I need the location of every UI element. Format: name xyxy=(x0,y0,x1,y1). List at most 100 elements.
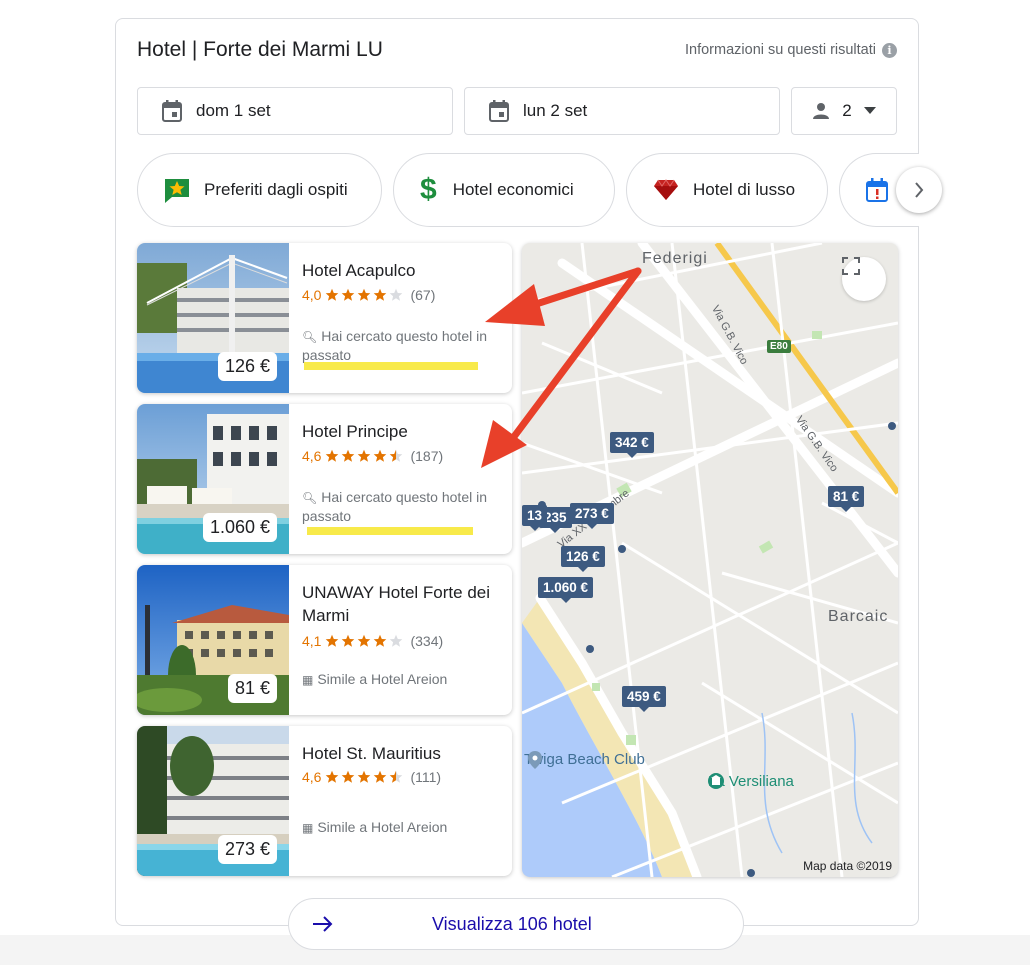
chip-label: Hotel di lusso xyxy=(693,180,796,199)
map-pin-icon xyxy=(528,751,542,769)
hotel-note: ▦ Simile a Hotel Areion xyxy=(302,670,502,689)
chips-next-button[interactable] xyxy=(896,167,942,213)
info-link-label: Informazioni su questi risultati xyxy=(685,42,876,58)
note-text: Simile a Hotel Areion xyxy=(317,671,448,687)
star-rating-icon xyxy=(325,770,405,784)
hotel-card[interactable]: 1.060 € Hotel Principe 4,6 (187) 🔍︎ Hai c… xyxy=(137,404,512,554)
star-icon xyxy=(374,449,387,462)
hotel-card[interactable]: 126 € Hotel Acapulco 4,0 (67) 🔍︎ Hai cerc… xyxy=(137,243,512,393)
chip-label: Preferiti dagli ospiti xyxy=(204,180,348,199)
hotel-photo: 273 € xyxy=(137,726,289,876)
chevron-right-icon xyxy=(915,182,924,198)
calendar-icon xyxy=(162,100,182,122)
hotel-rating: 4,1 (334) xyxy=(302,633,443,649)
chip-economici[interactable]: $ Hotel economici xyxy=(393,153,615,227)
hotel-price: 126 € xyxy=(217,352,277,381)
star-rating-icon xyxy=(325,634,405,648)
landmark-icon xyxy=(708,773,724,789)
star-icon xyxy=(358,288,371,301)
star-icon xyxy=(374,770,387,783)
star-rating-icon xyxy=(325,288,405,302)
hotel-rating: 4,6 (111) xyxy=(302,769,441,785)
dollar-icon: $ xyxy=(420,173,437,206)
hotel-card[interactable]: 81 € UNAWAY Hotel Forte dei Marmi 4,1 (3… xyxy=(137,565,512,715)
hotel-dot[interactable] xyxy=(618,545,626,553)
map-credit: Map data ©2019 xyxy=(803,859,892,873)
star-icon xyxy=(358,770,371,783)
star-icon xyxy=(342,770,355,783)
map-view[interactable]: Federigi Barcaic Via G.B. Vico Via G.B. … xyxy=(522,243,898,877)
star-icon xyxy=(358,634,371,647)
star-icon xyxy=(342,634,355,647)
poi-label: Twiga Beach Club xyxy=(524,751,645,768)
poi-versiliana[interactable]: La Versiliana xyxy=(708,773,794,790)
review-count: (187) xyxy=(410,448,444,464)
price-pin[interactable]: 126 € xyxy=(561,546,605,572)
star-icon xyxy=(326,770,339,783)
view-all-button[interactable]: Visualizza 106 hotel xyxy=(288,898,744,950)
person-icon xyxy=(813,103,830,119)
hotel-dot[interactable] xyxy=(888,422,896,430)
hotel-photo: 1.060 € xyxy=(137,404,289,554)
hotel-card[interactable]: 273 € Hotel St. Mauritius 4,6 (111) ▦ Sim… xyxy=(137,726,512,876)
star-icon xyxy=(390,288,403,301)
hotel-dot[interactable] xyxy=(586,645,594,653)
hotel-note: 🔍︎ Hai cercato questo hotel in passato xyxy=(302,327,502,364)
price-pin[interactable]: 459 € xyxy=(622,686,666,712)
hotel-dot[interactable] xyxy=(538,501,546,509)
hotel-name: UNAWAY Hotel Forte dei Marmi xyxy=(302,583,491,625)
info-icon: i xyxy=(882,42,897,58)
star-bubble-icon xyxy=(165,179,189,203)
star-rating-icon xyxy=(325,449,405,463)
price-pin[interactable]: 1.060 € xyxy=(538,577,594,603)
poi-twiga[interactable]: Twiga Beach Club xyxy=(524,751,645,769)
guests-dropdown[interactable]: 2 xyxy=(791,87,897,135)
chip-preferiti[interactable]: Preferiti dagli ospiti xyxy=(137,153,382,227)
hotel-name: Hotel Principe xyxy=(302,422,408,441)
building-icon: ▦ xyxy=(302,673,314,687)
gem-icon xyxy=(654,179,678,200)
rating-value: 4,6 xyxy=(302,769,322,785)
hotel-photo: 126 € xyxy=(137,243,289,393)
checkout-field[interactable]: lun 2 set xyxy=(464,87,780,135)
star-icon xyxy=(342,288,355,301)
page-title: Hotel | Forte dei Marmi LU xyxy=(137,38,383,61)
chip-lusso[interactable]: Hotel di lusso xyxy=(626,153,828,227)
arrow-right-icon xyxy=(313,916,333,932)
star-icon xyxy=(326,288,339,301)
price-pin[interactable]: 342 € xyxy=(610,432,654,458)
hotel-note: ▦ Simile a Hotel Areion xyxy=(302,818,502,837)
price-pin[interactable]: 273 € xyxy=(570,503,614,529)
note-text: Hai cercato questo hotel in passato xyxy=(302,489,487,524)
hotel-name: Hotel St. Mauritius xyxy=(302,744,441,763)
star-icon xyxy=(358,449,371,462)
checkin-field[interactable]: dom 1 set xyxy=(137,87,453,135)
highlight-mark xyxy=(307,527,473,535)
expand-map-button[interactable] xyxy=(842,257,886,301)
view-all-label: Visualizza 106 hotel xyxy=(432,914,592,934)
review-count: (334) xyxy=(410,633,444,649)
review-count: (67) xyxy=(410,287,436,303)
star-icon xyxy=(390,449,403,462)
highway-shield: E80 xyxy=(767,340,791,353)
price-pin[interactable]: 81 € xyxy=(828,486,865,512)
star-icon xyxy=(342,449,355,462)
star-icon xyxy=(374,634,387,647)
star-icon xyxy=(390,634,403,647)
hotel-dot[interactable] xyxy=(747,869,755,877)
hotel-note: 🔍︎ Hai cercato questo hotel in passato xyxy=(302,488,502,525)
hotel-name: Hotel Acapulco xyxy=(302,261,416,280)
highlight-mark xyxy=(304,362,478,370)
calendar-icon xyxy=(489,100,509,122)
review-count: (111) xyxy=(410,769,442,785)
search-icon: 🔍︎ xyxy=(302,330,318,344)
guests-value: 2 xyxy=(842,101,852,120)
calendar-alert-icon xyxy=(866,178,888,202)
note-text: Hai cercato questo hotel in passato xyxy=(302,328,487,363)
chip-label: Hotel economici xyxy=(452,180,574,199)
map-label-barcaic: Barcaic xyxy=(828,608,889,625)
hotel-price: 1.060 € xyxy=(202,513,277,542)
map-label-federigi: Federigi xyxy=(642,250,708,267)
hotel-photo: 81 € xyxy=(137,565,289,715)
info-link[interactable]: Informazioni su questi risultati i xyxy=(685,42,897,58)
